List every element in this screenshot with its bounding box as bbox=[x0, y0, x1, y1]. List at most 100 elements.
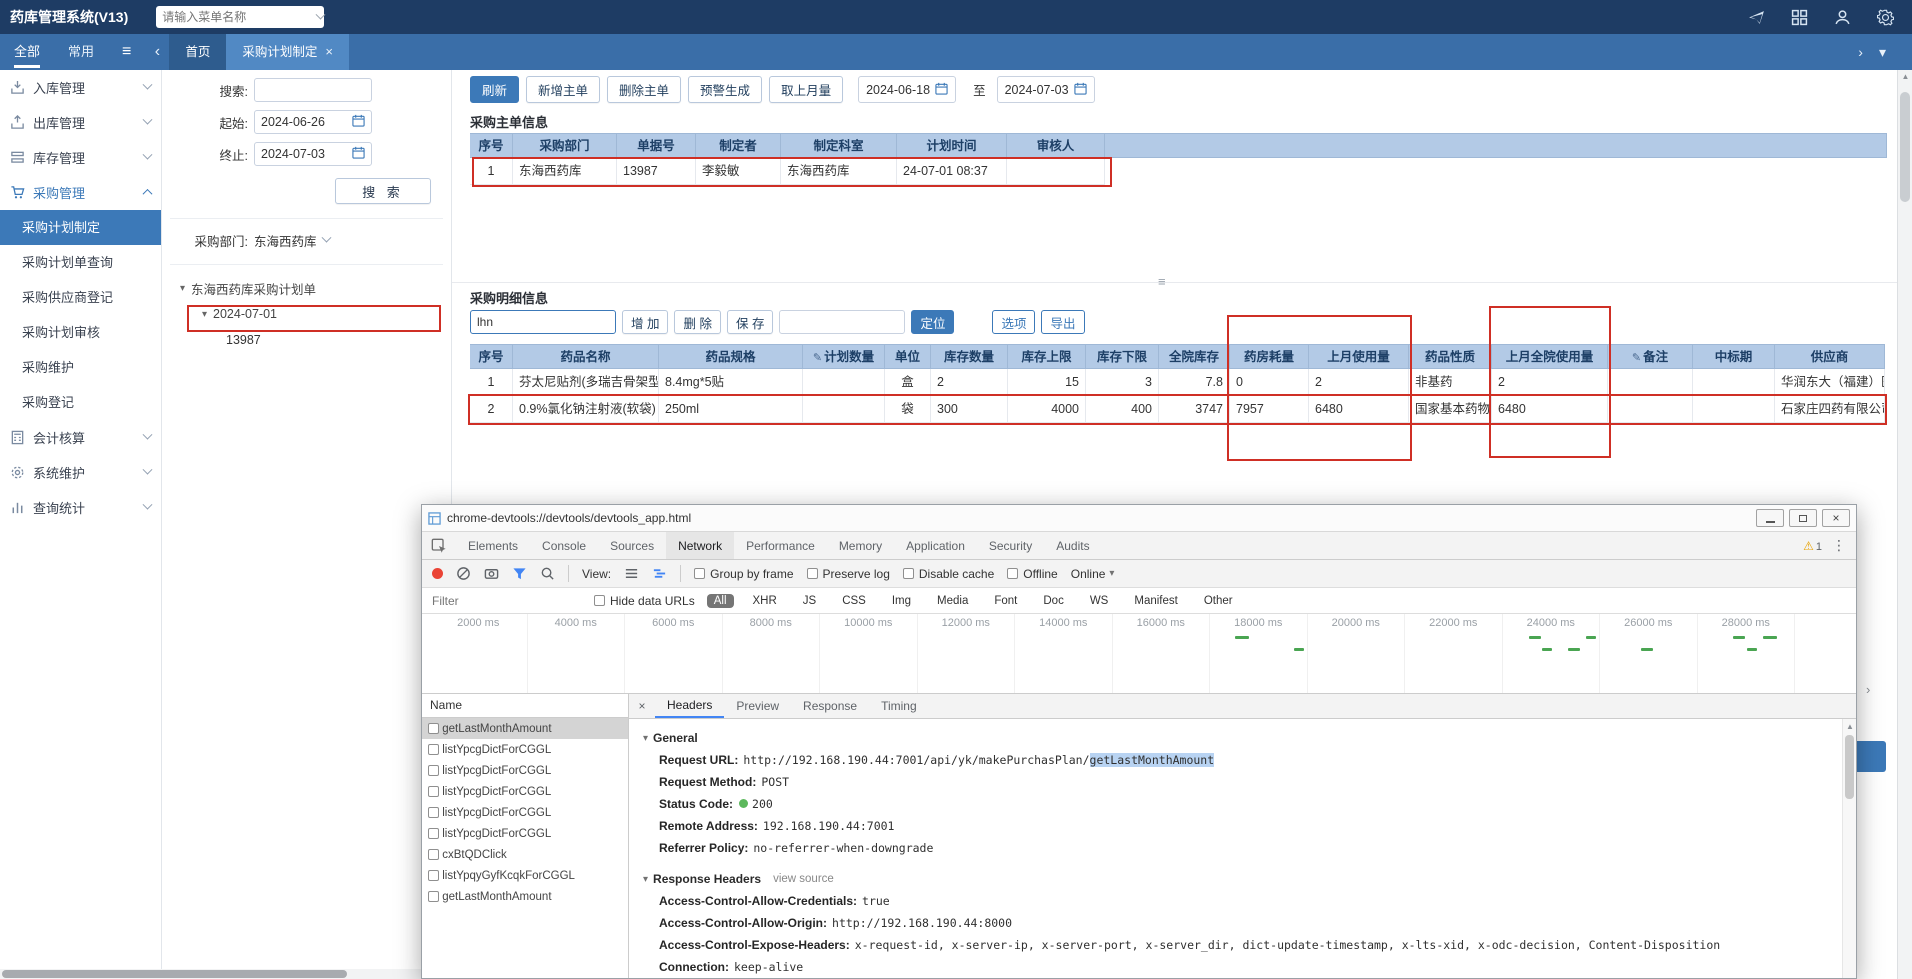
tree-root[interactable]: ▾ 东海西药库采购计划单 bbox=[180, 275, 451, 301]
hamburger-icon[interactable]: ≡ bbox=[122, 43, 131, 61]
tab-home[interactable]: 首页 bbox=[169, 34, 227, 70]
gear-icon[interactable] bbox=[1876, 8, 1894, 26]
request-item[interactable]: listYpqyGyfKcqkForCGGL bbox=[422, 865, 628, 886]
request-item[interactable]: listYpcgDictForCGGL bbox=[422, 781, 628, 802]
network-filter-input[interactable] bbox=[432, 593, 582, 608]
col-header[interactable]: 上月全院使用量 bbox=[1492, 344, 1608, 369]
filter-type-all[interactable]: All bbox=[706, 593, 734, 608]
filter-type-doc[interactable]: Doc bbox=[1036, 594, 1070, 608]
start-date-input[interactable]: 2024-06-26 bbox=[254, 110, 372, 134]
col-header[interactable]: 单据号 bbox=[617, 133, 696, 158]
refresh-button[interactable]: 刷新 bbox=[470, 76, 520, 103]
detail-row[interactable]: 1 芬太尼贴剂(多瑞吉骨架型) 8.4mg*5贴 盒 2 15 3 7.8 0 … bbox=[470, 369, 1887, 396]
tab-list-icon[interactable]: ▾ bbox=[1879, 44, 1886, 61]
search-input[interactable] bbox=[254, 78, 372, 102]
warning-generate-button[interactable]: 预警生成 bbox=[688, 76, 763, 103]
col-header[interactable]: 序号 bbox=[470, 133, 513, 158]
date-to-input[interactable]: 2024-07-03 bbox=[996, 76, 1095, 103]
tab-purchase-plan[interactable]: 采购计划制定 × bbox=[226, 34, 349, 70]
general-section-toggle[interactable]: ▾ General bbox=[643, 727, 1830, 749]
network-timeline[interactable]: 2000 ms 4000 ms 6000 ms 8000 ms 10000 ms… bbox=[422, 614, 1856, 694]
scrollbar-thumb[interactable] bbox=[2, 970, 347, 978]
checkbox[interactable] bbox=[428, 807, 439, 818]
console-warning-indicator[interactable]: ⚠ 1 bbox=[1803, 539, 1822, 553]
end-date-input[interactable]: 2024-07-03 bbox=[254, 142, 372, 166]
send-icon[interactable] bbox=[1747, 8, 1765, 26]
minimize-button[interactable] bbox=[1756, 509, 1784, 527]
scroll-up-icon[interactable]: ▲ bbox=[1898, 72, 1912, 81]
request-item[interactable]: listYpcgDictForCGGL bbox=[422, 739, 628, 760]
filter-type-xhr[interactable]: XHR bbox=[746, 594, 784, 608]
sidebar-item-inventory[interactable]: 库存管理 bbox=[0, 140, 161, 175]
search-icon[interactable] bbox=[540, 566, 555, 581]
menu-search-input[interactable] bbox=[156, 6, 326, 28]
checkbox[interactable] bbox=[428, 870, 439, 881]
checkbox[interactable] bbox=[694, 568, 706, 579]
col-header[interactable]: 药品性质 bbox=[1409, 344, 1492, 369]
tab-preview[interactable]: Preview bbox=[724, 694, 791, 718]
tab-performance[interactable]: Performance bbox=[734, 532, 827, 559]
scrollbar-thumb[interactable] bbox=[1900, 92, 1910, 202]
delete-row-button[interactable]: 删 除 bbox=[674, 310, 721, 334]
tab-application[interactable]: Application bbox=[894, 532, 977, 559]
close-button[interactable]: × bbox=[1822, 509, 1850, 527]
tab-security[interactable]: Security bbox=[977, 532, 1044, 559]
col-header[interactable]: 计划时间 bbox=[897, 133, 1007, 158]
request-item[interactable]: cxBtQDClick bbox=[422, 844, 628, 865]
view-list-icon[interactable] bbox=[624, 566, 639, 581]
sidebar-item-statistics[interactable]: 查询统计 bbox=[0, 490, 161, 525]
search-field[interactable] bbox=[261, 83, 365, 97]
detail-second-input[interactable] bbox=[779, 310, 906, 334]
col-header[interactable]: 序号 bbox=[470, 344, 513, 369]
sidebar-item-supplier-register[interactable]: 采购供应商登记 bbox=[0, 280, 161, 315]
tab-elements[interactable]: Elements bbox=[456, 532, 530, 559]
clear-icon[interactable] bbox=[456, 566, 471, 581]
tab-memory[interactable]: Memory bbox=[827, 532, 894, 559]
checkbox[interactable] bbox=[594, 595, 605, 606]
filter-type-css[interactable]: CSS bbox=[835, 594, 873, 608]
disable-cache-checkbox[interactable]: Disable cache bbox=[902, 567, 994, 581]
tab-headers[interactable]: Headers bbox=[655, 694, 725, 718]
checkbox[interactable] bbox=[428, 765, 439, 776]
col-header[interactable]: 中标期 bbox=[1693, 344, 1775, 369]
tree-expand-icon[interactable]: ▾ bbox=[180, 283, 185, 294]
sidebar-item-purchase-plan-make[interactable]: 采购计划制定 bbox=[0, 210, 161, 245]
request-item[interactable]: getLastMonthAmount bbox=[422, 718, 628, 739]
request-item[interactable]: listYpcgDictForCGGL bbox=[422, 760, 628, 781]
col-header[interactable]: 库存数量 bbox=[931, 344, 1008, 369]
kebab-menu-icon[interactable]: ⋮ bbox=[1832, 537, 1846, 554]
menu-search-field[interactable] bbox=[162, 10, 318, 24]
filter-type-other[interactable]: Other bbox=[1197, 594, 1240, 608]
delete-master-button[interactable]: 删除主单 bbox=[607, 76, 682, 103]
throttling-select[interactable]: Online ▾ bbox=[1071, 567, 1120, 581]
scroll-up-icon[interactable]: ▲ bbox=[1843, 722, 1856, 731]
checkbox[interactable] bbox=[806, 568, 818, 579]
tree-doc-13987[interactable]: 13987 bbox=[180, 327, 451, 353]
splitter-handle-icon[interactable]: ≡ bbox=[1158, 274, 1166, 289]
sidebar-item-outbound[interactable]: 出库管理 bbox=[0, 105, 161, 140]
col-header[interactable]: 药品规格 bbox=[659, 344, 803, 369]
tab-console[interactable]: Console bbox=[530, 532, 598, 559]
request-list-header[interactable]: Name bbox=[422, 694, 628, 718]
save-button[interactable]: 保 存 bbox=[726, 310, 774, 334]
col-header[interactable]: 供应商 bbox=[1775, 344, 1885, 369]
col-header[interactable]: 上月使用量 bbox=[1309, 344, 1409, 369]
filter-type-manifest[interactable]: Manifest bbox=[1127, 594, 1184, 608]
inspect-element-icon[interactable] bbox=[422, 532, 456, 559]
close-detail-icon[interactable]: × bbox=[629, 694, 655, 718]
tab-all[interactable]: 全部 bbox=[0, 34, 54, 70]
headers-scrollbar[interactable]: ▲ bbox=[1842, 719, 1856, 978]
tab-response[interactable]: Response bbox=[791, 694, 869, 718]
detail-row[interactable]: 2 0.9%氯化钠注射液(软袋) 250ml 袋 300 4000 400 37… bbox=[470, 396, 1887, 423]
tab-audits[interactable]: Audits bbox=[1044, 532, 1101, 559]
tab-back-icon[interactable]: ‹ bbox=[145, 43, 169, 61]
hide-data-urls-checkbox[interactable]: Hide data URLs bbox=[594, 594, 695, 608]
detail-filter-input[interactable] bbox=[470, 310, 616, 334]
checkbox[interactable] bbox=[428, 891, 439, 902]
view-timeline-icon[interactable] bbox=[652, 566, 667, 581]
add-row-button[interactable]: 增 加 bbox=[622, 310, 669, 334]
request-item[interactable]: listYpcgDictForCGGL bbox=[422, 802, 628, 823]
filter-type-media[interactable]: Media bbox=[930, 594, 975, 608]
checkbox[interactable] bbox=[428, 744, 439, 755]
col-header[interactable]: ✎ 计划数量 bbox=[803, 344, 885, 369]
